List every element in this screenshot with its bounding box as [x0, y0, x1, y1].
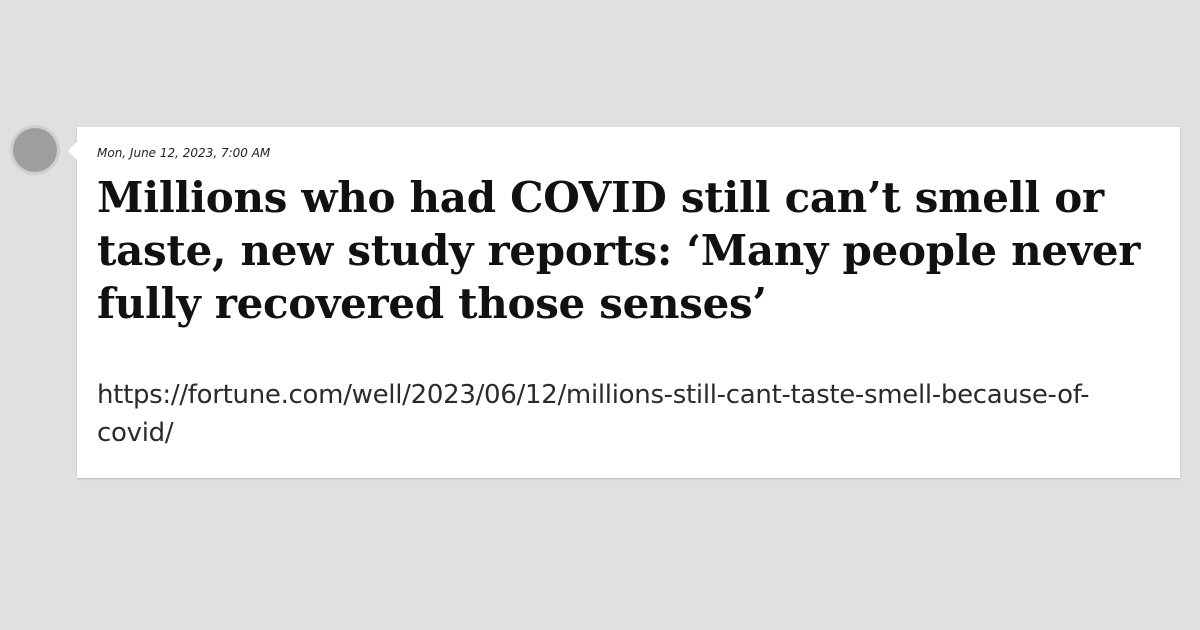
- post-timestamp: Mon, June 12, 2023, 7:00 AM: [97, 146, 271, 160]
- post-headline: Millions who had COVID still can’t smell…: [97, 173, 1141, 328]
- post-card: Mon, June 12, 2023, 7:00 AM Millions who…: [68, 127, 1180, 478]
- post-link[interactable]: https://fortune.com/well/2023/06/12/mill…: [97, 376, 1152, 452]
- avatar[interactable]: [13, 128, 57, 172]
